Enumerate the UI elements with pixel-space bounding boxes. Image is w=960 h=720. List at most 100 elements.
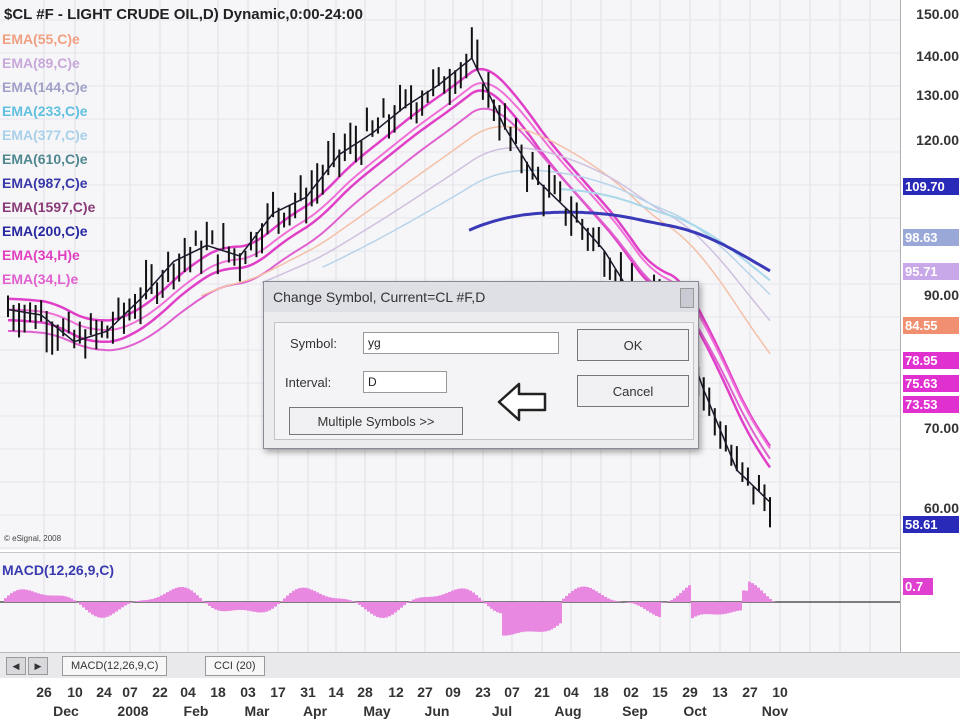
macd-bar [697,602,700,616]
macd-bar [340,598,343,602]
macd-bar [139,600,142,602]
price-badge: 73.53 [903,396,959,413]
ma-legend-item: EMA(89,C)e [2,55,80,71]
macd-bar [187,588,190,602]
macd-bar [538,602,541,632]
macd-bar [55,595,58,602]
macd-bar [670,600,673,602]
ma-legend-item: EMA(377,C)e [2,127,88,143]
macd-bar [226,602,229,612]
month-tick: Feb [183,703,209,719]
tab-macd[interactable]: MACD(12,26,9,C) [62,656,168,676]
macd-bar [325,596,328,602]
interval-input[interactable] [363,371,447,393]
tab-prev-arrow-icon[interactable]: ◀ [6,657,26,675]
date-axis[interactable]: 26 10 24 07 22 04 18 03 17 31 14 28 12 27 09 23 07 21 04 18… [0,678,960,720]
macd-bar [739,602,742,611]
date-tick: 27 [417,684,433,700]
indicator-tab-bar: ◀ ▶ MACD(12,26,9,C) CCI (20) [0,652,960,679]
date-tick: 10 [772,684,788,700]
macd-bar [628,602,631,603]
macd-bar [682,590,685,602]
macd-bar [313,590,316,602]
copyright-text: © eSignal, 2008 [4,534,62,543]
cancel-button[interactable]: Cancel [577,375,689,407]
date-tick: 14 [328,684,344,700]
macd-bar [595,591,598,602]
macd-bar [745,590,748,602]
macd-bar [406,602,409,604]
macd-bar [346,599,349,602]
multiple-symbols-button[interactable]: Multiple Symbols >> [289,407,463,435]
macd-bar [532,602,535,632]
macd-bar [349,600,352,602]
macd-bar [370,602,373,614]
macd-bar [121,602,124,608]
macd-bar [712,602,715,615]
macd-bar [556,602,559,626]
ma-legend-item: EMA(55,C)e [2,31,80,47]
price-tick: 120.00 [916,132,959,148]
macd-bar [85,602,88,611]
date-tick: 13 [712,684,728,700]
macd-bar [244,602,247,611]
date-tick: 18 [210,684,226,700]
macd-bar [52,595,55,602]
macd-bar [250,602,253,612]
date-tick: 23 [475,684,491,700]
price-axis[interactable]: 150.00 140.00 130.00 120.00 90.00 70.00 60.00 1… [900,0,960,652]
macd-bar [751,583,754,602]
macd-bar [175,587,178,602]
macd-pane[interactable] [0,552,900,653]
macd-bar [100,602,103,618]
macd-bar [4,598,7,602]
macd-bar [394,602,397,613]
macd-bar [691,602,694,619]
macd-bar [286,595,289,602]
date-tick: 02 [623,684,639,700]
macd-bar [328,597,331,602]
macd-bar [13,591,16,602]
price-chart-svg [0,0,900,550]
symbol-label: Symbol: [290,336,337,351]
ok-button[interactable]: OK [577,329,689,361]
macd-bar [463,588,466,602]
macd-bar [646,602,649,611]
date-tick: 28 [357,684,373,700]
macd-bar [547,602,550,631]
macd-bar [94,602,97,617]
macd-bar [643,602,646,609]
price-chart-pane[interactable] [0,0,900,550]
interval-label: Interval: [285,375,332,390]
ma-legend-item: EMA(34,H)e [2,247,80,263]
macd-bar [40,594,43,602]
macd-bar [220,602,223,612]
dialog-close-icon[interactable] [680,288,694,308]
macd-bar [658,602,661,617]
date-tick: 07 [122,684,138,700]
price-tick: 150.00 [916,6,959,22]
macd-bar [259,602,262,613]
date-tick: 09 [445,684,461,700]
macd-bar [22,589,25,602]
macd-bar [241,602,244,611]
month-tick: Oct [683,703,707,719]
macd-bar [610,599,613,602]
macd-bar [514,602,517,634]
macd-bar [613,600,616,602]
date-tick: 22 [152,684,168,700]
macd-bar [25,589,28,602]
macd-bar [211,602,214,608]
macd-bar [412,599,415,602]
macd-bar [217,602,220,611]
tab-cci[interactable]: CCI (20) [205,656,265,676]
macd-bar [427,596,430,602]
macd-bar [235,602,238,611]
macd-bar [517,602,520,633]
tab-next-arrow-icon[interactable]: ▶ [28,657,48,675]
ma-legend-item: EMA(200,C)e [2,223,88,239]
macd-bar [316,592,319,602]
macd-bar [43,594,46,602]
macd-bar [703,602,706,615]
symbol-input[interactable] [363,332,559,354]
